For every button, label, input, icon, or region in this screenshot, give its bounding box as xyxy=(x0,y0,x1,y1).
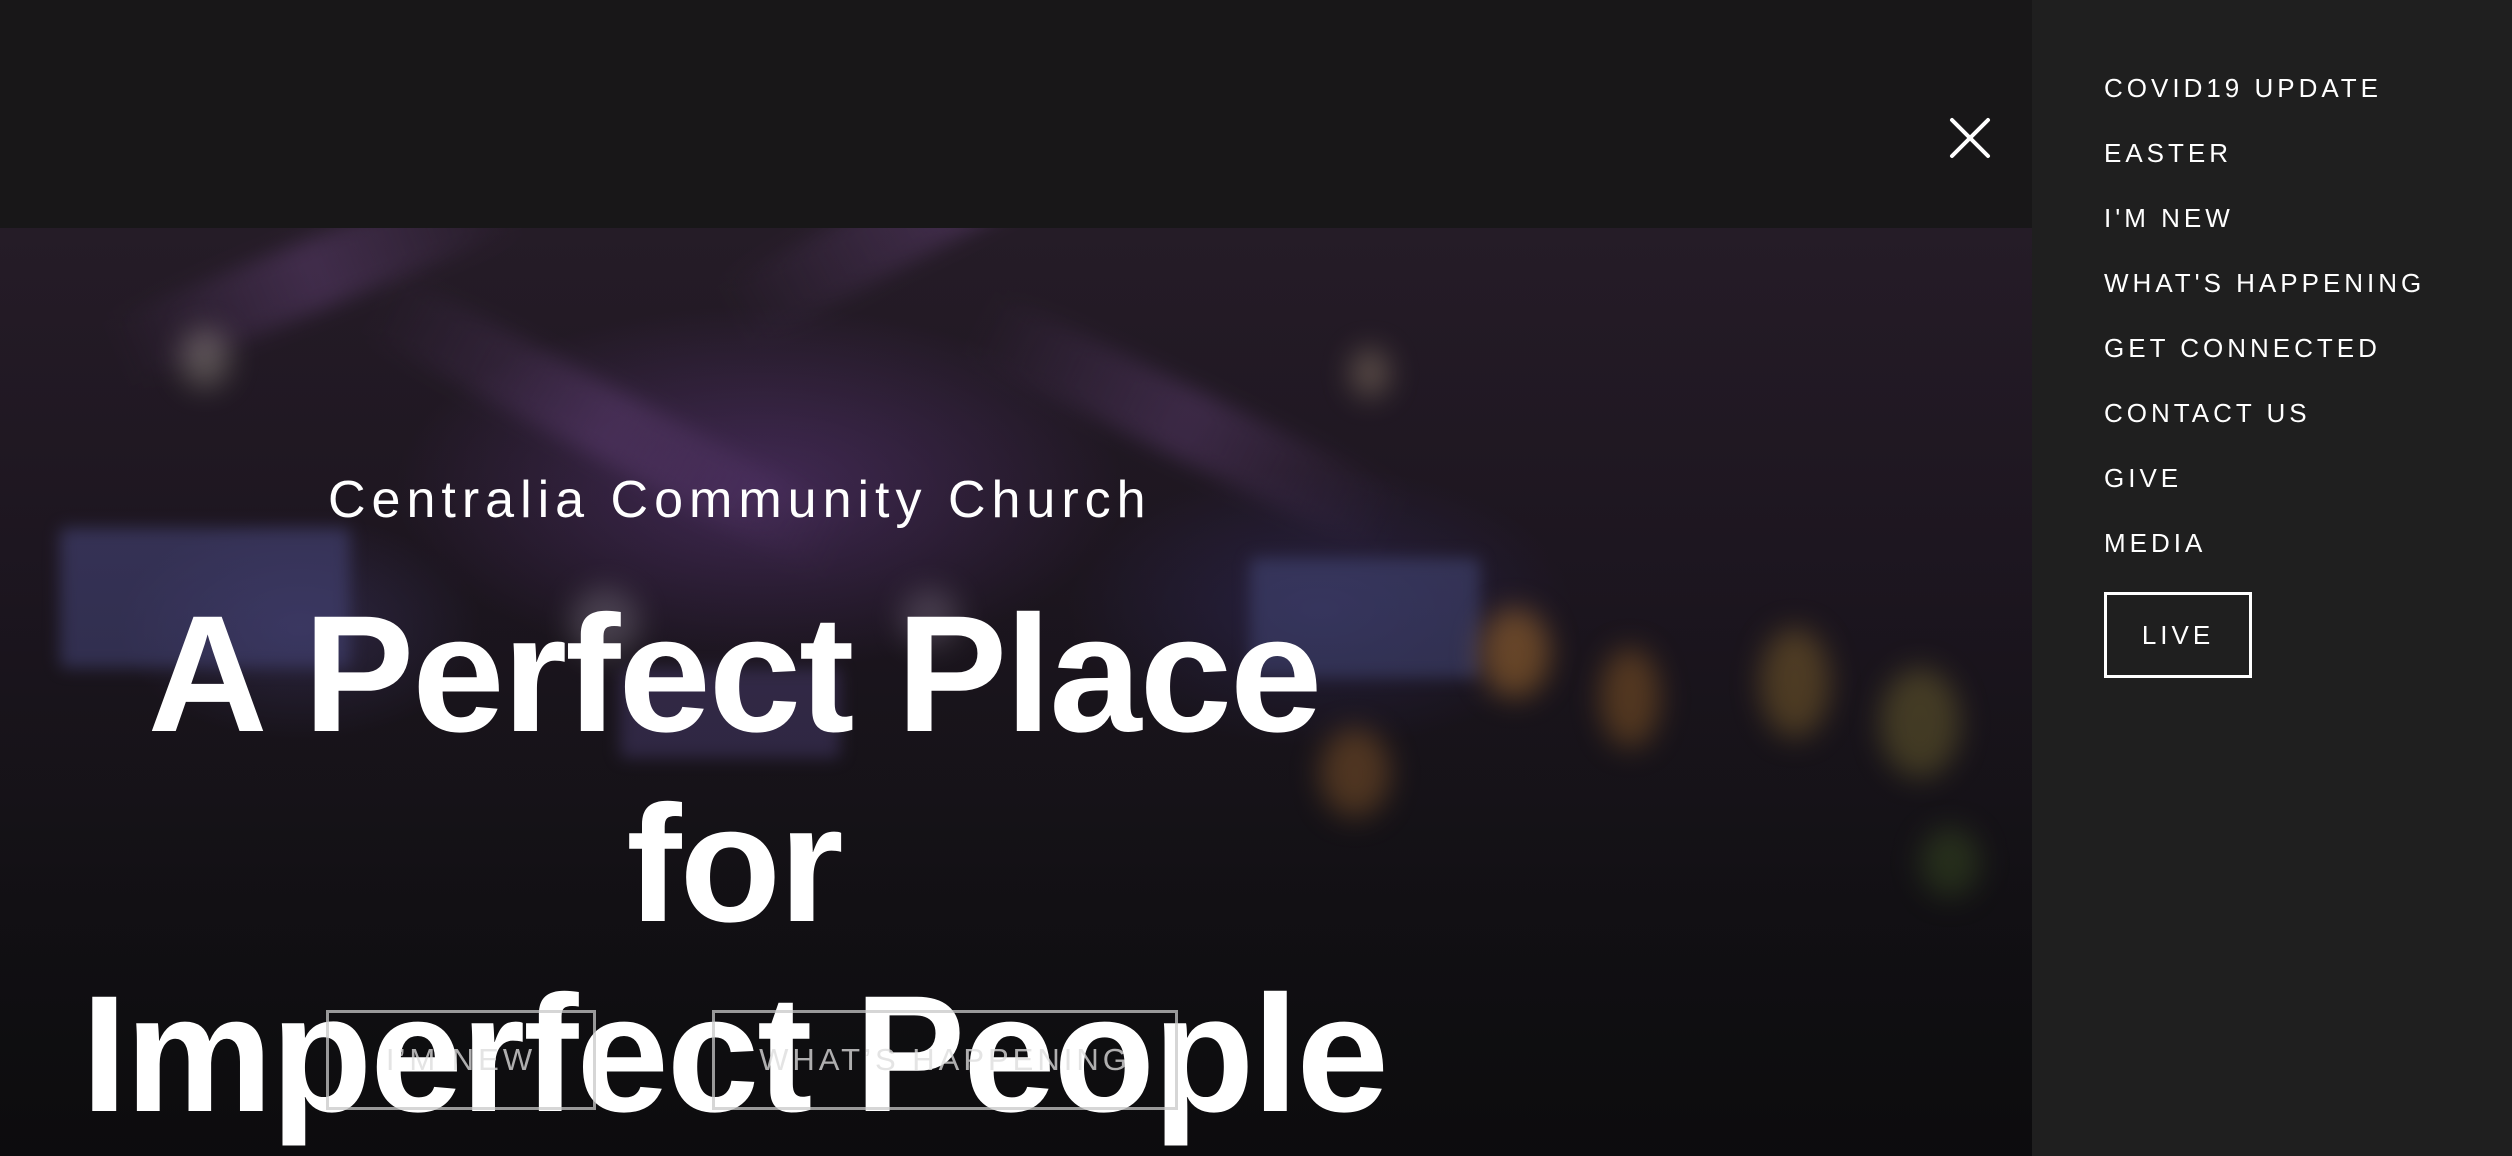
headline-line-1: A Perfect Place for xyxy=(147,582,1323,957)
close-icon[interactable] xyxy=(1948,116,1992,160)
nav-item-easter[interactable]: EASTER xyxy=(2104,121,2425,186)
hero-section: Centralia Community Church A Perfect Pla… xyxy=(0,0,2032,1156)
hero-top-band xyxy=(0,0,2032,228)
im-new-button[interactable]: I’M NEW xyxy=(326,1010,596,1110)
nav-item-get-connected[interactable]: GET CONNECTED xyxy=(2104,316,2425,381)
close-icon-glyph xyxy=(1950,118,1990,158)
nav-item-whats-happening[interactable]: WHAT'S HAPPENING xyxy=(2104,251,2425,316)
side-navigation: COVID19 UPDATE EASTER I'M NEW WHAT'S HAP… xyxy=(2032,0,2512,1156)
whats-happening-button[interactable]: WHAT’S HAPPENING xyxy=(712,1010,1178,1110)
nav-menu: COVID19 UPDATE EASTER I'M NEW WHAT'S HAP… xyxy=(2104,56,2425,576)
nav-item-media[interactable]: MEDIA xyxy=(2104,511,2425,576)
nav-item-contact-us[interactable]: CONTACT US xyxy=(2104,381,2425,446)
nav-item-im-new[interactable]: I'M NEW xyxy=(2104,186,2425,251)
live-button[interactable]: LIVE xyxy=(2104,592,2252,678)
nav-item-give[interactable]: GIVE xyxy=(2104,446,2425,511)
church-name: Centralia Community Church xyxy=(328,471,1152,529)
nav-item-covid19-update[interactable]: COVID19 UPDATE xyxy=(2104,56,2425,121)
